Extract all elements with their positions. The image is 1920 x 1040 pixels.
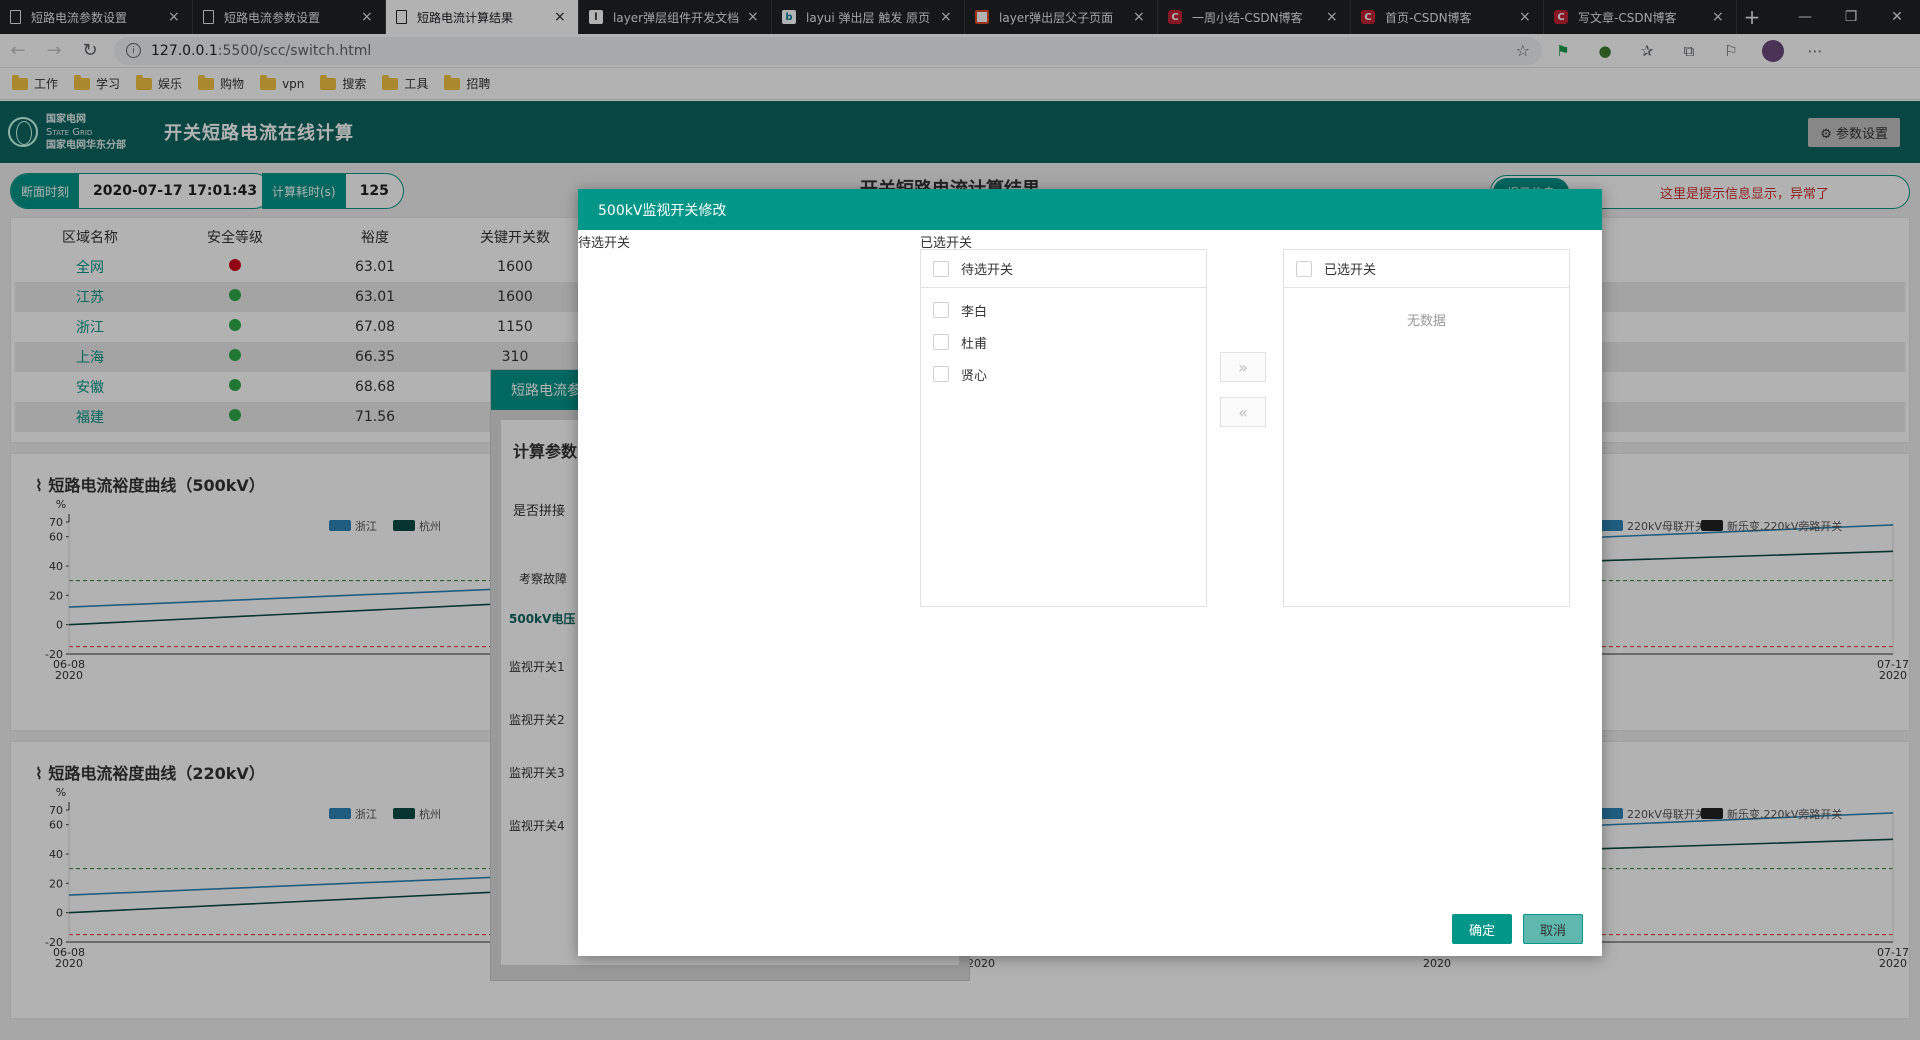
source-list-item[interactable]: 杜甫 — [921, 326, 1206, 358]
item-label: 贤心 — [961, 368, 988, 384]
double-chevron-left-icon: « — [1238, 402, 1248, 422]
double-chevron-right-icon: » — [1238, 357, 1248, 377]
item-checkbox[interactable] — [933, 366, 949, 382]
ok-button[interactable]: 确定 — [1452, 914, 1512, 944]
source-list-item[interactable]: 贤心 — [921, 358, 1206, 390]
target-list-header: 已选开关 — [1284, 250, 1569, 288]
switch-edit-dialog: 500kV监视开关修改 待选开关 已选开关 待选开关 李白杜甫贤心 » « 已选… — [578, 189, 1602, 956]
source-list-item[interactable]: 李白 — [921, 294, 1206, 326]
left-label: 待选开关 — [578, 236, 631, 251]
move-right-button[interactable]: » — [1220, 352, 1266, 382]
source-select-all-checkbox[interactable] — [933, 260, 949, 277]
target-select-all-checkbox[interactable] — [1296, 260, 1312, 277]
source-list-box: 待选开关 李白杜甫贤心 — [920, 249, 1207, 607]
target-header-label: 已选开关 — [1324, 263, 1377, 278]
item-checkbox[interactable] — [933, 334, 949, 350]
target-list-box: 已选开关 无数据 — [1283, 249, 1570, 607]
item-checkbox[interactable] — [933, 302, 949, 318]
item-label: 杜甫 — [961, 336, 988, 352]
source-header-label: 待选开关 — [961, 263, 1014, 278]
empty-text: 无数据 — [1406, 314, 1446, 329]
source-list-header: 待选开关 — [921, 250, 1206, 288]
dialog-title: 500kV监视开关修改 — [578, 189, 1602, 230]
move-left-button[interactable]: « — [1220, 397, 1266, 427]
cancel-button[interactable]: 取消 — [1523, 914, 1583, 944]
item-label: 李白 — [961, 304, 988, 320]
